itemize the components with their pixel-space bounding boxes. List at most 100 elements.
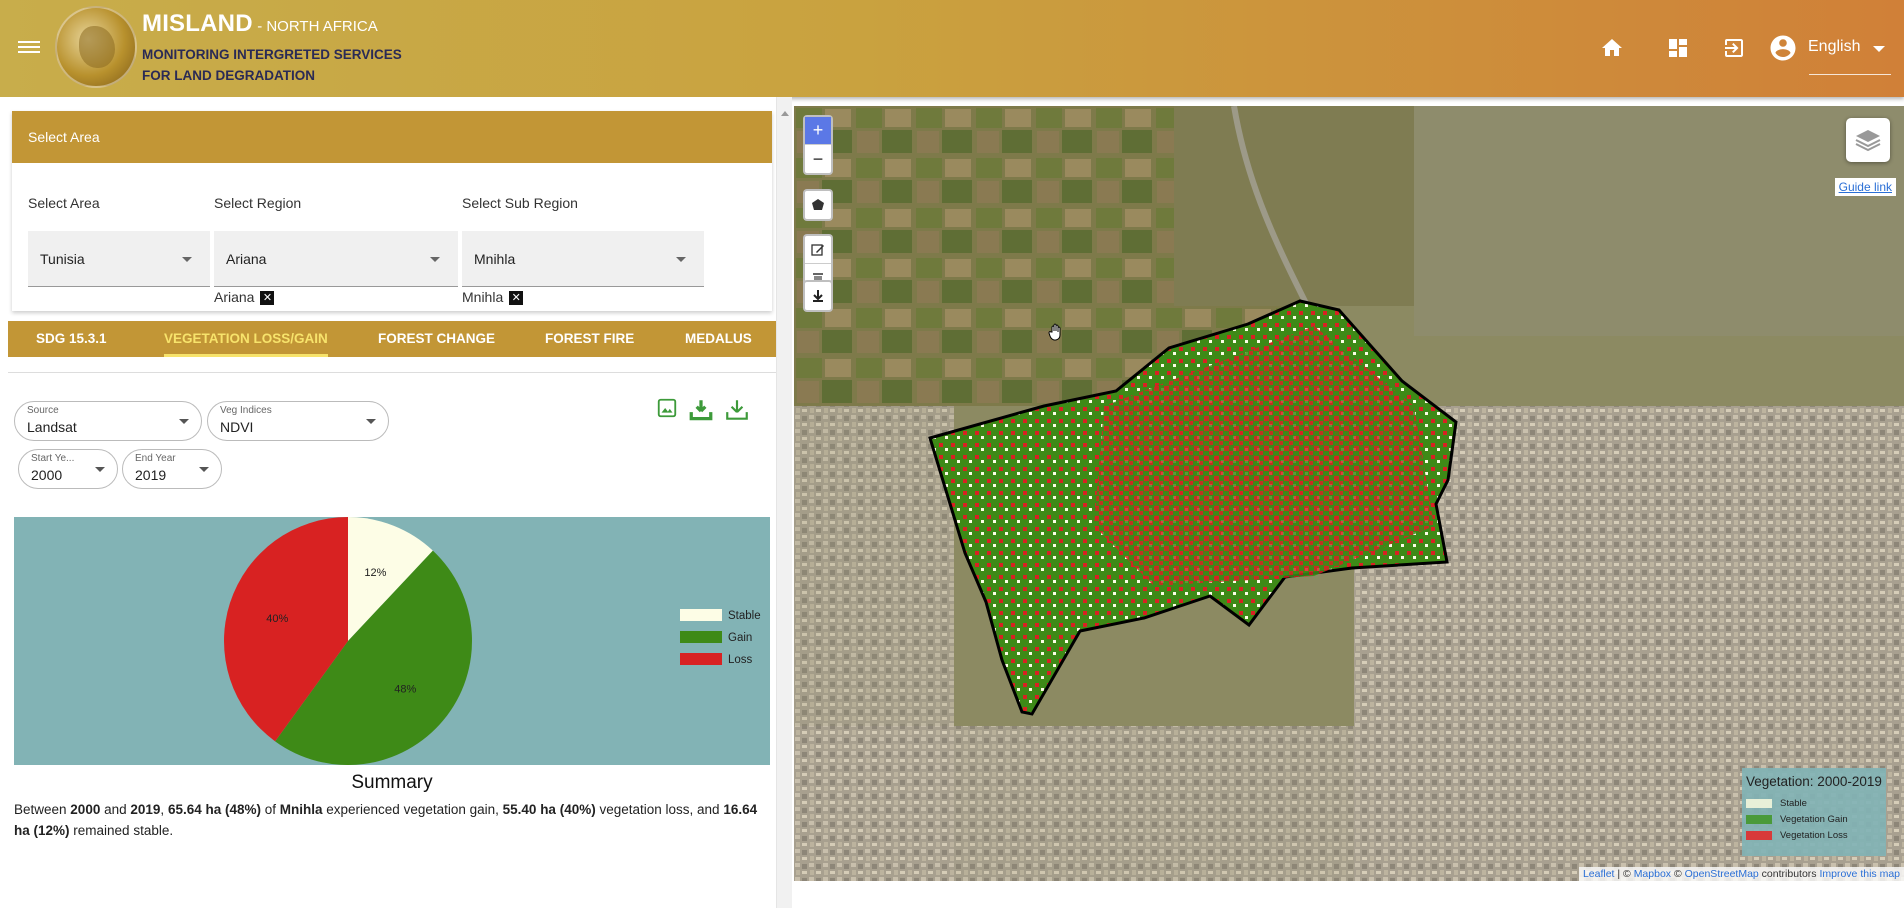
end-year-label: End Year [135,453,176,464]
account-icon[interactable] [1768,33,1798,63]
legend-swatch [1746,830,1772,840]
summary-end-year: 2019 [130,802,161,817]
map-view[interactable]: + − Guide link Vegetation: 2000-2019 Sta… [794,106,1904,881]
veg-indices-select[interactable]: Veg Indices NDVI [207,401,389,441]
app-subtitle-line2: FOR LAND DEGRADATION [142,68,315,83]
legend-item-gain: Vegetation Gain [1746,811,1882,827]
draw-polygon-icon[interactable] [805,191,831,219]
image-download-icon[interactable] [656,397,678,419]
summary-gain: 65.64 ha (48%) [167,802,261,817]
edit-layers-icon[interactable] [805,236,831,264]
chevron-down-icon [676,257,686,262]
mapbox-link[interactable]: Mapbox [1634,868,1671,880]
pie-data-label: 48% [394,683,416,695]
improve-map-link[interactable]: Improve this map [1819,868,1900,880]
pie-data-label: 12% [364,567,386,579]
close-icon[interactable]: ✕ [509,291,524,306]
region-select-value: Ariana [226,251,267,267]
legend-label-stable[interactable]: Stable [728,610,761,622]
analysis-tabs: SDG 15.3.1 VEGETATION LOSS/GAIN FOREST C… [8,321,777,357]
chevron-down-icon [430,257,440,262]
tab-medalus[interactable]: MEDALUS [685,321,752,357]
guide-link[interactable]: Guide link [1834,178,1896,196]
summary-part: remained stable. [69,823,174,838]
legend-label: Vegetation Loss [1780,829,1848,841]
left-panel-scrollbar[interactable] [776,97,792,908]
scroll-up-icon[interactable] [781,111,789,116]
map-download-icon[interactable] [805,282,831,310]
tab-vegetation-loss-gain[interactable]: VEGETATION LOSS/GAIN [164,321,328,357]
app-title: MISLAND [142,10,253,37]
tab-forest-change[interactable]: FOREST CHANGE [378,321,495,357]
select-area-card: Select Area Select Area Select Region Se… [12,111,772,311]
veg-indices-label: Veg Indices [220,405,272,416]
dashboard-icon[interactable] [1666,36,1690,60]
close-icon[interactable]: ✕ [260,291,275,306]
tab-sdg-15-3-1[interactable]: SDG 15.3.1 [36,321,107,357]
logout-icon[interactable] [1722,36,1746,60]
select-area-label: Select Area [28,195,100,211]
summary-part: Between [14,802,71,817]
map-attribution: Leaflet | © Mapbox © OpenStreetMap contr… [1578,867,1904,881]
legend-swatch [1746,814,1772,824]
select-sub-region-label: Select Sub Region [462,195,578,211]
summary-part: , [160,802,168,817]
attribution-text: contributors [1758,868,1820,880]
sub-region-select[interactable]: Mnihla [462,231,704,287]
tab-forest-fire[interactable]: FOREST FIRE [545,321,634,357]
select-area-heading: Select Area [12,111,772,163]
app-title-suffix: - NORTH AFRICA [257,18,378,35]
legend-swatch-stable [680,609,722,621]
legend-swatch-loss [680,653,722,665]
osm-link[interactable]: OpenStreetMap [1685,868,1759,880]
region-chip-label: Ariana [214,289,255,305]
region-select[interactable]: Ariana [214,231,458,287]
sub-region-chip-label: Mnihla [462,289,504,305]
legend-swatch [1746,798,1772,808]
end-year-select[interactable]: End Year 2019 [122,449,222,489]
zoom-in-button[interactable]: + [805,117,831,145]
chevron-down-icon [199,467,209,472]
zoom-out-button[interactable]: − [805,145,831,173]
brand: MISLAND - NORTH AFRICA [142,10,378,38]
chevron-down-icon[interactable] [1873,46,1885,52]
language-select[interactable]: English [1808,38,1860,56]
menu-icon[interactable] [18,38,40,56]
legend-label: Vegetation Gain [1780,813,1848,825]
download-data-icon[interactable] [724,397,750,423]
map-legend: Vegetation: 2000-2019 Stable Vegetation … [1742,768,1886,856]
start-year-label: Start Ye... [31,453,75,464]
summary-region: Mnihla [279,802,323,817]
download-icon[interactable] [688,397,714,423]
tab-divider [8,372,777,373]
map-legend-title: Vegetation: 2000-2019 [1746,774,1882,789]
sub-region-select-value: Mnihla [474,251,516,267]
map-download-control [803,280,833,312]
legend-label-gain[interactable]: Gain [728,632,752,644]
app-subtitle: MONITORING INTERGRETED SERVICES FOR LAND… [142,44,402,86]
summary-title: Summary [351,772,433,793]
layers-icon[interactable] [1846,118,1890,162]
start-year-value: 2000 [31,467,63,483]
zoom-controls: + − [803,115,833,175]
source-value: Landsat [27,419,77,435]
attribution-text: © [1671,868,1685,880]
legend-label-loss[interactable]: Loss [728,654,753,666]
home-icon[interactable] [1600,36,1624,60]
legend-label: Stable [1780,797,1807,809]
start-year-select[interactable]: Start Ye... 2000 [18,449,118,489]
source-select[interactable]: Source Landsat [14,401,202,441]
legend-swatch-gain [680,631,722,643]
chevron-down-icon [95,467,105,472]
source-label: Source [27,405,59,416]
leaflet-link[interactable]: Leaflet [1583,868,1615,880]
summary-part: vegetation loss, and [595,802,724,817]
pie-chart-svg: 12% 48% 40% Stable Gain Loss [224,517,761,765]
summary-part: and [100,802,131,817]
chevron-down-icon [179,419,189,424]
chevron-down-icon [182,257,192,262]
area-select[interactable]: Tunisia [28,231,210,287]
summary-part: of [261,802,280,817]
left-panel: Select Area Select Area Select Region Se… [0,97,777,908]
summary-loss: 55.40 ha (40%) [502,802,596,817]
